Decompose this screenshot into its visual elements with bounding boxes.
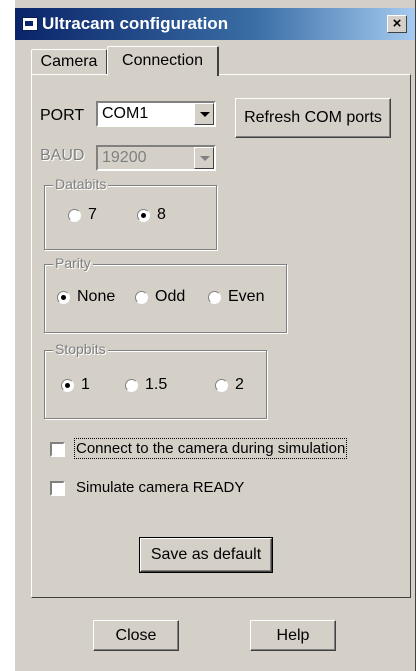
databits-7-radio[interactable]: [68, 209, 81, 222]
stopbits-1-5-label: 1.5: [145, 376, 168, 393]
refresh-com-ports-button[interactable]: Refresh COM ports: [235, 98, 391, 138]
parity-odd-label: Odd: [155, 288, 186, 305]
tab-camera[interactable]: Camera: [31, 49, 107, 74]
baud-select[interactable]: 19200: [96, 145, 216, 171]
close-button[interactable]: Close: [93, 620, 179, 651]
help-button[interactable]: Help: [250, 620, 336, 651]
parity-none-label: None: [77, 288, 116, 305]
chevron-down-icon[interactable]: [194, 103, 214, 125]
chevron-down-icon[interactable]: [194, 147, 214, 169]
baud-label: BAUD: [40, 147, 85, 164]
stopbits-1-radio[interactable]: [61, 379, 74, 392]
connect-sim-checkbox[interactable]: [50, 442, 65, 457]
stopbits-title: Stopbits: [53, 341, 108, 357]
connect-sim-label[interactable]: Connect to the camera during simulation: [73, 438, 348, 459]
stopbits-2-radio[interactable]: [215, 379, 228, 392]
connection-panel: PORT COM1 Refresh COM ports BAUD 19200 D…: [31, 74, 411, 598]
window-title: Ultracam configuration: [42, 14, 229, 33]
save-as-default-button[interactable]: Save as default: [139, 537, 273, 573]
port-select-value: COM1: [102, 105, 149, 122]
port-label: PORT: [40, 107, 85, 124]
stopbits-1-label: 1: [81, 376, 90, 393]
parity-title: Parity: [53, 255, 93, 271]
stopbits-1-5-radio[interactable]: [125, 379, 138, 392]
databits-7-label: 7: [88, 206, 97, 223]
simulate-ready-checkbox[interactable]: [50, 481, 65, 496]
databits-8-radio[interactable]: [137, 209, 150, 222]
databits-group: Databits 7 8: [44, 176, 217, 250]
app-icon: [22, 17, 38, 31]
databits-8-label: 8: [157, 206, 166, 223]
parity-even-label: Even: [228, 288, 265, 305]
parity-none-radio[interactable]: [57, 291, 70, 304]
parity-even-radio[interactable]: [208, 291, 221, 304]
close-window-button[interactable]: ×: [387, 15, 407, 33]
config-window: Ultracam configuration × Camera Connecti…: [14, 0, 416, 671]
parity-group: Parity None Odd Even: [44, 255, 287, 333]
baud-select-value: 19200: [102, 149, 147, 166]
stopbits-2-label: 2: [235, 376, 244, 393]
databits-title: Databits: [53, 176, 109, 192]
simulate-ready-label[interactable]: Simulate camera READY: [76, 479, 244, 496]
title-bar[interactable]: Ultracam configuration ×: [15, 8, 415, 40]
tab-connection[interactable]: Connection: [107, 46, 219, 76]
port-select[interactable]: COM1: [96, 101, 216, 127]
stopbits-group: Stopbits 1 1.5 2: [44, 341, 267, 419]
parity-odd-radio[interactable]: [135, 291, 148, 304]
